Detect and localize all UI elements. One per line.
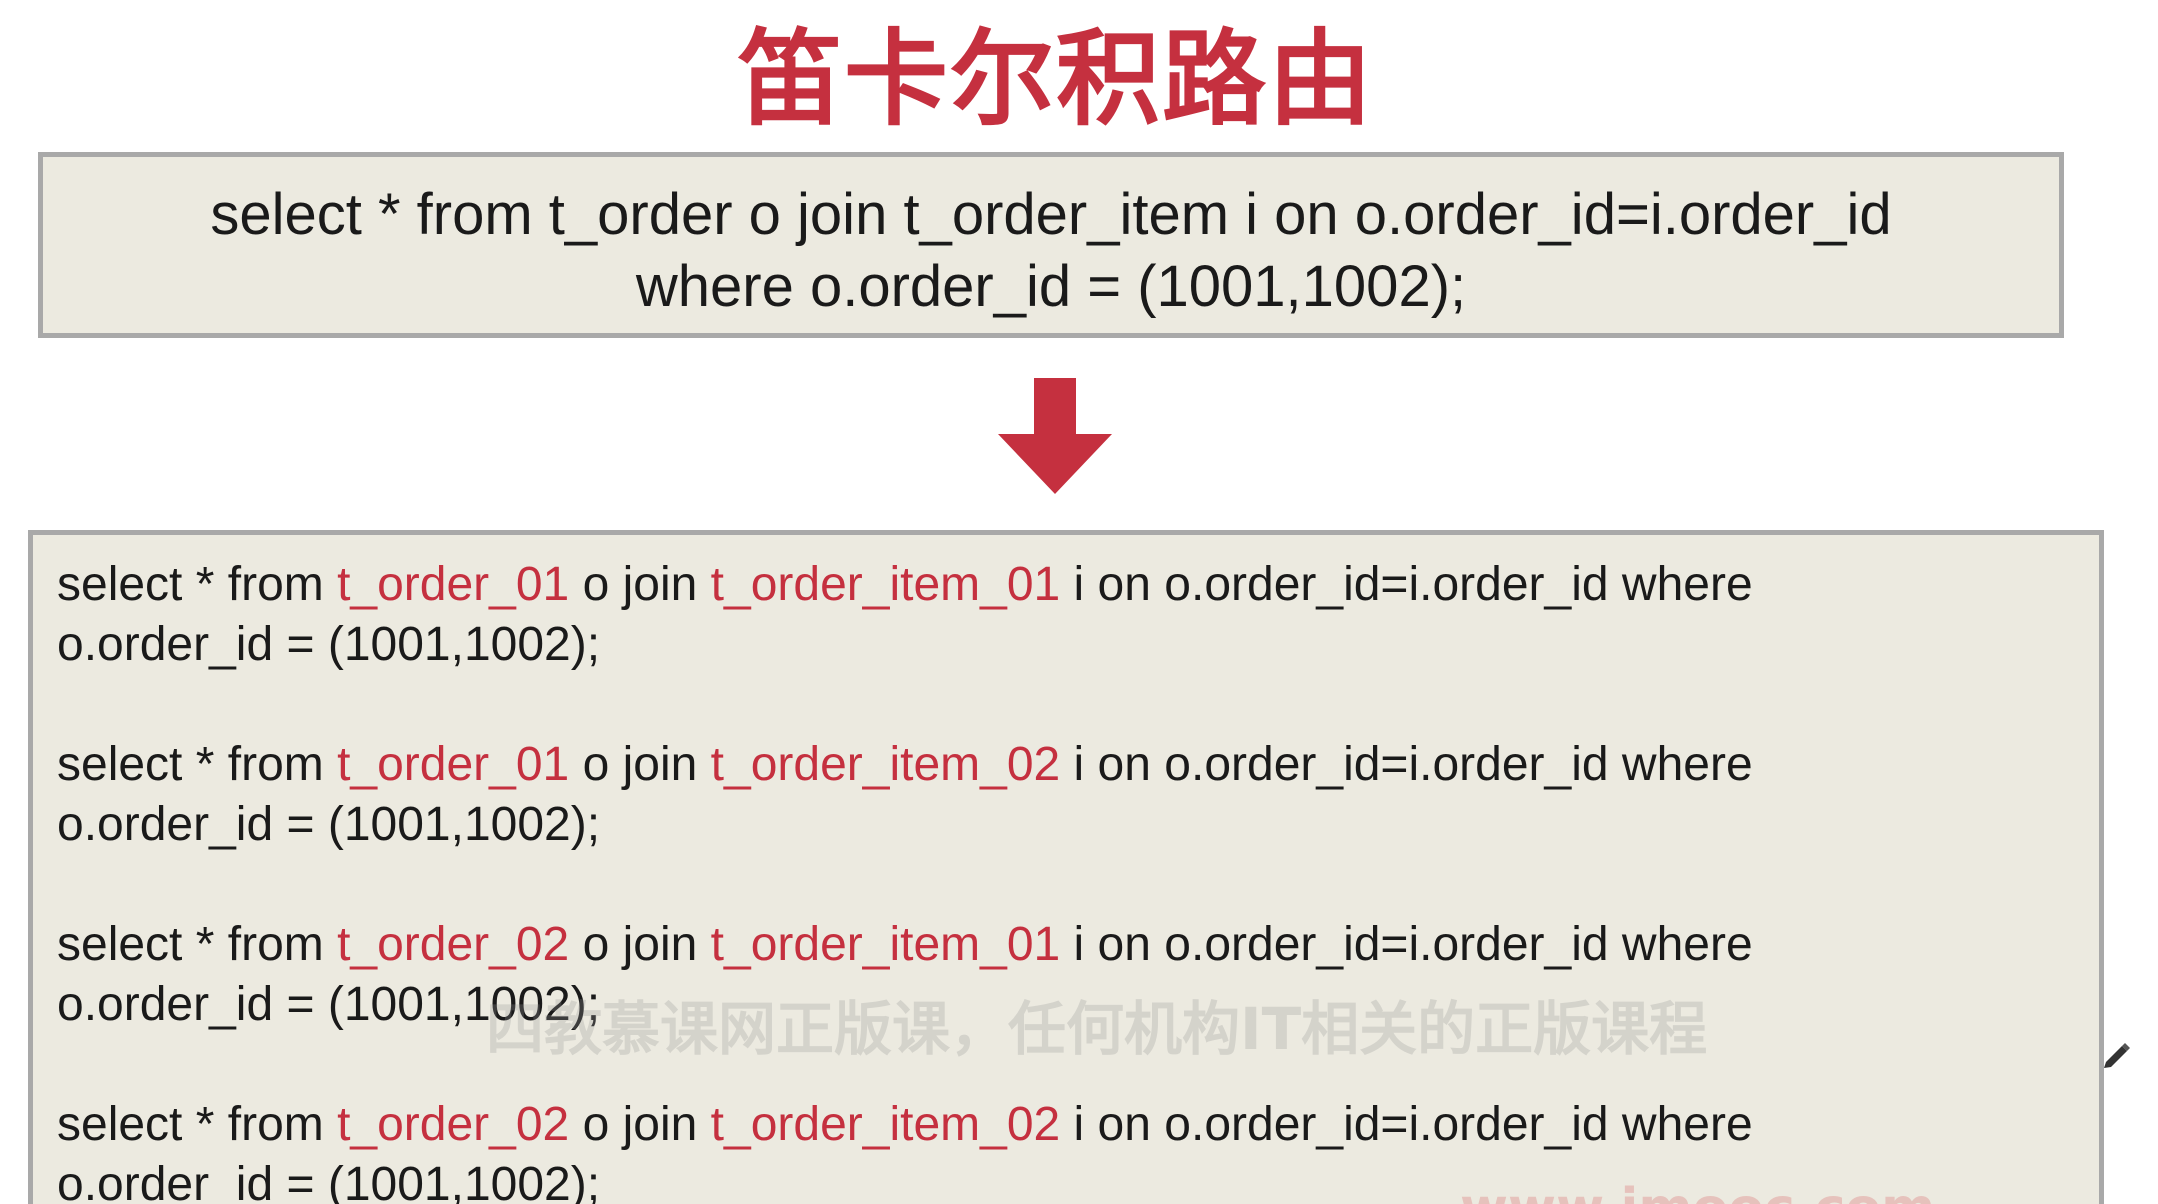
routed-query-line-2: o.order_id = (1001,1002); — [57, 618, 601, 671]
query-join: o join — [569, 1098, 711, 1151]
slide-title: 笛卡尔积路由 — [737, 18, 1374, 140]
routed-sql-box: select * from t_order_01 o join t_order_… — [28, 530, 2104, 1204]
source-sql-line-1: select * from t_order o join t_order_ite… — [210, 182, 1892, 247]
query-prefix: select * from — [57, 918, 338, 971]
order-table-name: t_order_01 — [337, 558, 570, 611]
order-table-name: t_order_02 — [337, 1098, 570, 1151]
query-suffix: i on o.order_id=i.order_id where — [1060, 1098, 1753, 1151]
routed-query-line-2: o.order_id = (1001,1002); — [57, 798, 601, 851]
order-item-table-name: t_order_item_02 — [710, 1098, 1061, 1151]
site-watermark: www.imooc.com — [1460, 1178, 1935, 1204]
query-suffix: i on o.order_id=i.order_id where — [1060, 738, 1753, 791]
order-item-table-name: t_order_item_01 — [710, 918, 1061, 971]
query-suffix: i on o.order_id=i.order_id where — [1060, 918, 1753, 971]
watermark-text: 四教慕课网正版课，任何机构IT相关的正版课程 — [486, 995, 1708, 1063]
query-prefix: select * from — [57, 558, 338, 611]
pen-icon[interactable] — [2100, 1040, 2132, 1072]
query-prefix: select * from — [57, 1098, 338, 1151]
query-prefix: select * from — [57, 738, 338, 791]
routed-query-line-1: select * from t_order_02 o join t_order_… — [57, 1095, 2099, 1155]
routed-query-line-1: select * from t_order_02 o join t_order_… — [57, 915, 2099, 975]
order-table-name: t_order_01 — [337, 738, 570, 791]
slide-page: 笛卡尔积路由 select * from t_order o join t_or… — [0, 0, 2158, 1204]
routed-query-2: select * from t_order_01 o join t_order_… — [57, 735, 2099, 855]
routed-query-line-1: select * from t_order_01 o join t_order_… — [57, 555, 2099, 615]
order-item-table-name: t_order_item_01 — [710, 558, 1061, 611]
source-sql-box: select * from t_order o join t_order_ite… — [38, 152, 2064, 338]
query-join: o join — [569, 558, 711, 611]
query-join: o join — [569, 918, 711, 971]
query-join: o join — [569, 738, 711, 791]
routed-query-1: select * from t_order_01 o join t_order_… — [57, 555, 2099, 675]
down-arrow-icon — [998, 378, 1112, 494]
order-table-name: t_order_02 — [337, 918, 570, 971]
routed-query-line-1: select * from t_order_01 o join t_order_… — [57, 735, 2099, 795]
order-item-table-name: t_order_item_02 — [710, 738, 1061, 791]
source-sql-line-2: where o.order_id = (1001,1002); — [635, 254, 1467, 319]
query-suffix: i on o.order_id=i.order_id where — [1060, 558, 1753, 611]
